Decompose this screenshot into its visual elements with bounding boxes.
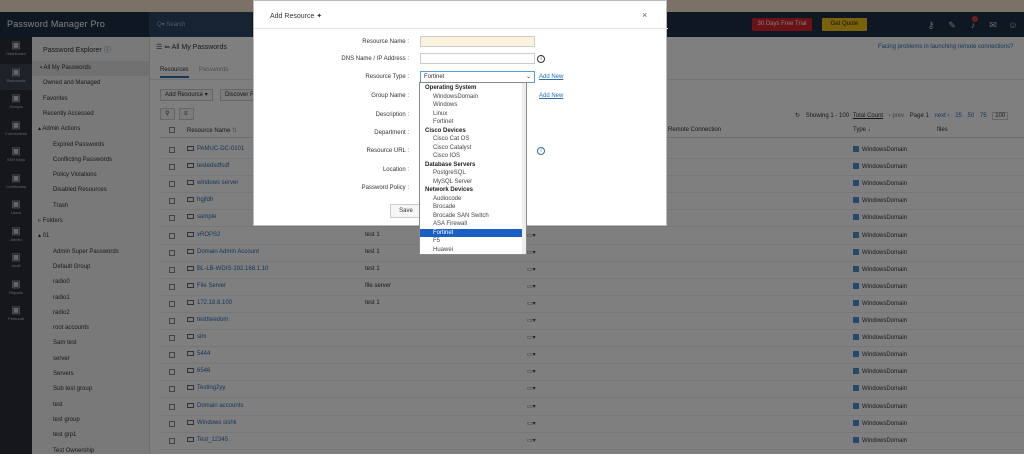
add-new-type-link[interactable]: Add New	[539, 74, 563, 80]
dns-name-label: DNS Name / IP Address :	[341, 56, 409, 62]
dropdown-option[interactable]: Fortinet	[420, 228, 526, 237]
close-icon[interactable]: ×	[642, 10, 647, 20]
dropdown-group-header: Network Devices	[425, 187, 474, 193]
dns-name-input[interactable]	[420, 53, 535, 64]
dropdown-option[interactable]: Audiocode	[420, 195, 526, 203]
dropdown-option[interactable]: Huawei	[420, 246, 526, 254]
dropdown-group-header: Cisco Devices	[425, 127, 466, 134]
dropdown-option[interactable]: ASA Firewall	[420, 220, 526, 228]
url-info-icon[interactable]: i	[537, 147, 545, 155]
department-label: Department :	[374, 130, 409, 136]
resource-name-input[interactable]	[420, 36, 535, 47]
location-label: Location :	[382, 167, 409, 173]
dropdown-option[interactable]: F5	[420, 237, 526, 245]
chevron-down-icon: ⌄	[525, 74, 531, 80]
dropdown-option[interactable]: WindowsDomain	[420, 93, 526, 101]
dropdown-option[interactable]: Linux	[420, 110, 526, 118]
resource-type-label: Resource Type :	[365, 74, 409, 80]
info-icon[interactable]: i	[537, 55, 545, 63]
add-new-group-link[interactable]: Add New	[539, 93, 563, 99]
dropdown-scrollbar[interactable]	[522, 83, 526, 254]
dropdown-option[interactable]: Brocade	[420, 203, 526, 211]
resource-type-dropdown[interactable]: Operating System WindowsDomain Windows Linu…	[419, 82, 527, 255]
dialog-title: Add Resource ✦	[270, 13, 323, 20]
resource-name-label: Resource Name :	[362, 39, 409, 45]
dropdown-option[interactable]: Cisco Cat OS	[420, 135, 526, 143]
dropdown-group-header: Operating System	[425, 85, 477, 91]
dropdown-option[interactable]: Cisco IOS	[420, 152, 526, 160]
group-name-label: Group Name :	[371, 93, 409, 99]
password-policy-label: Password Policy :	[361, 185, 409, 191]
dropdown-option[interactable]: Windows	[420, 101, 526, 109]
dropdown-option[interactable]: Cisco Catalyst	[420, 144, 526, 152]
dropdown-group-header: Database Servers	[425, 161, 476, 168]
save-button[interactable]: Save	[390, 204, 422, 218]
description-label: Description :	[375, 112, 409, 118]
lightbulb-icon: ✦	[316, 13, 323, 20]
dialog-divider	[254, 28, 668, 29]
dropdown-option[interactable]: MySQL Server	[420, 178, 526, 186]
dropdown-option[interactable]: PostgreSQL	[420, 169, 526, 177]
resource-url-label: Resource URL :	[366, 148, 409, 154]
dropdown-option[interactable]: Brocade SAN Switch	[420, 212, 526, 220]
dropdown-option[interactable]: Fortinet	[420, 118, 526, 126]
